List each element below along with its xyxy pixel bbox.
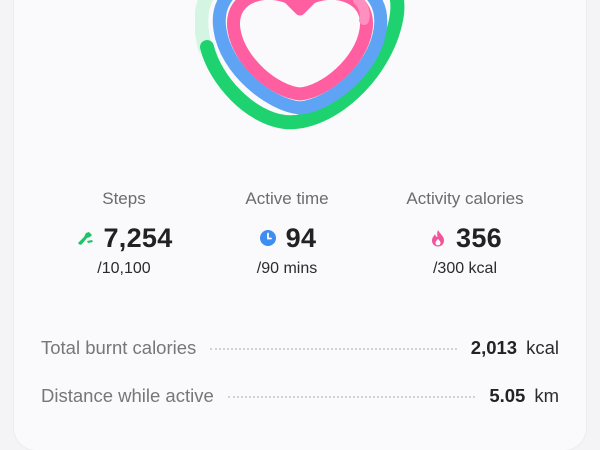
clock-icon xyxy=(259,230,276,246)
activity-rings xyxy=(195,0,405,130)
activity-stats: Steps 7,254 /10,100 Active time 94 /90 m… xyxy=(0,188,600,288)
stat-active-time: Active time 94 /90 mins xyxy=(197,188,377,279)
stat-active-time-value: 94 xyxy=(285,222,317,253)
summary-label: Total burnt calories xyxy=(41,337,197,358)
summary-unit: kcal xyxy=(526,337,559,358)
stat-steps: Steps 7,254 /10,100 xyxy=(34,188,214,279)
stat-activity-calories-label: Activity calories xyxy=(406,189,524,208)
stat-steps-value: 7,254 xyxy=(103,222,173,253)
summary-value: 2,013 xyxy=(470,337,518,358)
stat-steps-goal: /10,100 xyxy=(97,260,151,277)
calories-ring-overflow xyxy=(353,0,370,25)
stat-activity-calories: Activity calories 356 /300 kcal xyxy=(375,188,555,279)
shoe-icon xyxy=(78,232,94,245)
summary-value: 5.05 xyxy=(489,385,526,406)
stat-active-time-label: Active time xyxy=(245,189,329,208)
summary-row-distance-while-active: Distance while active 5.05 km xyxy=(41,383,559,409)
summary-row-total-burnt-calories: Total burnt calories 2,013 kcal xyxy=(41,335,559,361)
stat-steps-label: Steps xyxy=(102,189,146,208)
dotted-leader xyxy=(210,348,457,350)
stat-activity-calories-goal: /300 kcal xyxy=(432,260,498,277)
stat-active-time-goal: /90 mins xyxy=(256,260,318,277)
stat-activity-calories-value: 356 xyxy=(456,222,502,253)
summary-unit: km xyxy=(534,385,559,406)
flame-icon xyxy=(432,230,445,247)
dotted-leader xyxy=(227,396,476,398)
summary-label: Distance while active xyxy=(41,385,214,406)
